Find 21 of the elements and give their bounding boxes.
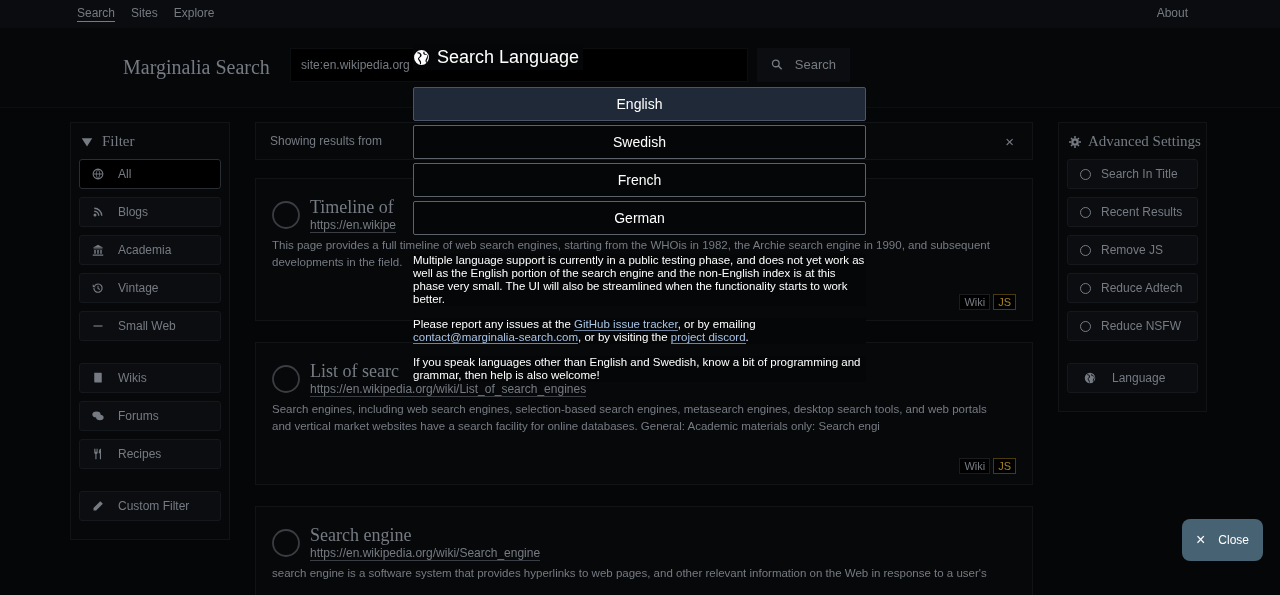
option-label: Recent Results bbox=[1101, 205, 1183, 219]
option-label: Reduce NSFW bbox=[1101, 319, 1182, 333]
notice-text: Showing results from bbox=[270, 134, 383, 148]
dialog-paragraph: Multiple language support is currently in a public testing phase, and does not yet work as well as the English portion of the search engine and the non-English index is at this phase very small. The UI will also be streamlined when the functionality starts to work better. bbox=[413, 254, 866, 306]
option-label: Search In Title bbox=[1101, 167, 1178, 181]
result-tag: Wiki bbox=[959, 458, 991, 474]
option-label: Reduce Adtech bbox=[1101, 281, 1183, 295]
snippet-line: Search engines, including web search engines, selection-based search engines, metasearch engines, desktop search tools, and web portals bbox=[272, 402, 987, 417]
dialog-paragraph: Please report any issues at the GitHub issue tracker, or by emailing contact@marginalia-search.com, or by visiting the project discord. bbox=[413, 318, 866, 344]
result-tag: JS bbox=[993, 458, 1016, 474]
panel-title: Filter bbox=[102, 133, 135, 150]
snippet-line: and vertical market websites have a search facility for online databases. General: Academic materials only: Search engi bbox=[272, 419, 880, 434]
snippet-line: developments in the field. bbox=[272, 255, 403, 270]
panel-title: Advanced Settings bbox=[1088, 133, 1201, 150]
dialog-title: Search Language bbox=[437, 46, 580, 68]
result-tag: JS bbox=[993, 294, 1016, 310]
snippet-line: search engine is a software system that provides hyperlinks to web pages, and other relevant information on the Web in response to a user's bbox=[272, 566, 987, 581]
site-logo: Marginalia Search bbox=[123, 56, 271, 79]
snippet-line: This page provides a full timeline of web search engines, starting from the WHOis in 1982, the Archie search engine in 1990, and subsequent bbox=[272, 238, 990, 253]
result-tag: Wiki bbox=[959, 294, 991, 310]
option-label: Remove JS bbox=[1101, 243, 1164, 257]
